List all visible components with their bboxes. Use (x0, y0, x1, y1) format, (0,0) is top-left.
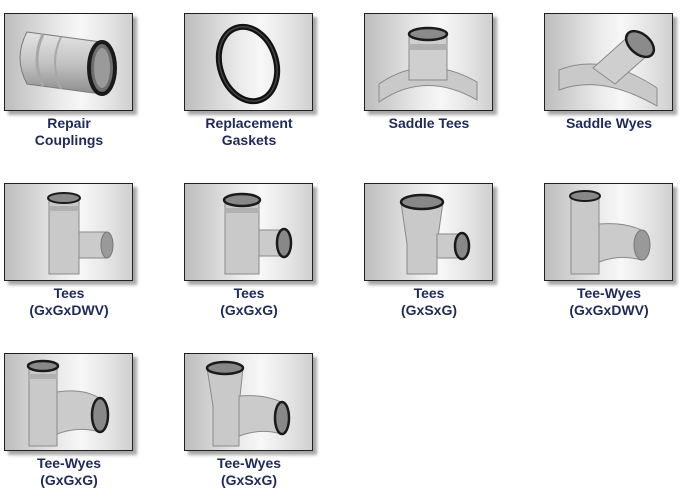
product-caption[interactable]: Repair Couplings (4, 115, 134, 149)
product-tee-wyes-gxgxg[interactable]: Tee-Wyes (GxGxG) (4, 353, 134, 489)
product-caption[interactable]: Tees (GxGxG) (184, 285, 314, 319)
caption-line-2: (GxGxDWV) (569, 302, 649, 318)
tee-wye-fitting-icon[interactable] (544, 183, 673, 281)
caption-line-1: Tee-Wyes (216, 455, 282, 471)
caption-line-1: Tees (233, 285, 265, 301)
product-caption[interactable]: Tees (GxSxG) (364, 285, 494, 319)
tee-fitting-icon[interactable] (364, 183, 493, 281)
caption-line-1: Repair (47, 115, 91, 131)
caption-line-1: Tees (53, 285, 85, 301)
caption-line-2: (GxGxG) (40, 472, 98, 488)
caption-line-2: (GxGxDWV) (29, 302, 109, 318)
product-caption[interactable]: Saddle Tees (364, 115, 494, 132)
caption-line-1: Tees (413, 285, 445, 301)
product-caption[interactable]: Tee-Wyes (GxGxDWV) (544, 285, 674, 319)
saddle-tee-icon[interactable] (364, 13, 493, 111)
product-grid: Repair Couplings Replacement Gaskets Sad (0, 0, 695, 501)
product-saddle-tees[interactable]: Saddle Tees (364, 13, 494, 132)
product-replacement-gaskets[interactable]: Replacement Gaskets (184, 13, 314, 149)
product-caption[interactable]: Replacement Gaskets (184, 115, 314, 149)
caption-line-2: Gaskets (221, 132, 277, 148)
product-tee-wyes-gxgxdwv[interactable]: Tee-Wyes (GxGxDWV) (544, 183, 674, 319)
product-tees-gxsxg[interactable]: Tees (GxSxG) (364, 183, 494, 319)
product-saddle-wyes[interactable]: Saddle Wyes (544, 13, 674, 132)
saddle-wye-icon[interactable] (544, 13, 673, 111)
product-tees-gxgxg[interactable]: Tees (GxGxG) (184, 183, 314, 319)
caption-line-2: (GxSxG) (400, 302, 457, 318)
product-repair-couplings[interactable]: Repair Couplings (4, 13, 134, 149)
product-tees-gxgxdwv[interactable]: Tees (GxGxDWV) (4, 183, 134, 319)
product-caption[interactable]: Saddle Wyes (544, 115, 674, 132)
tee-wye-fitting-icon[interactable] (4, 353, 133, 451)
product-tee-wyes-gxsxg[interactable]: Tee-Wyes (GxSxG) (184, 353, 314, 489)
gasket-ring-icon[interactable] (184, 13, 313, 111)
tee-fitting-icon[interactable] (184, 183, 313, 281)
caption-line-2: (GxSxG) (220, 472, 277, 488)
product-caption[interactable]: Tees (GxGxDWV) (4, 285, 134, 319)
product-caption[interactable]: Tee-Wyes (GxGxG) (4, 455, 134, 489)
caption-line-1: Saddle Wyes (565, 115, 653, 131)
caption-line-1: Replacement (205, 115, 293, 131)
tee-wye-fitting-icon[interactable] (184, 353, 313, 451)
tee-fitting-icon[interactable] (4, 183, 133, 281)
caption-line-2: (GxGxG) (220, 302, 278, 318)
caption-line-1: Tee-Wyes (36, 455, 102, 471)
repair-coupling-icon[interactable] (4, 13, 133, 111)
caption-line-2: Couplings (34, 132, 104, 148)
caption-line-1: Tee-Wyes (576, 285, 642, 301)
caption-line-1: Saddle Tees (388, 115, 470, 131)
product-caption[interactable]: Tee-Wyes (GxSxG) (184, 455, 314, 489)
